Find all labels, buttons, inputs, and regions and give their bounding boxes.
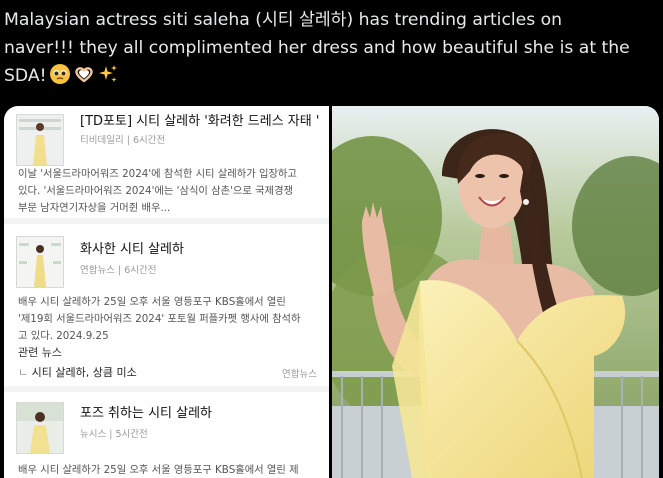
article-time: 6시간전: [124, 265, 157, 276]
related-source: 연합뉴스: [282, 369, 317, 380]
article-summary: 이날 '서울드라마어워즈 2024'에 참석한 시티 살레하가 입장하고 있다.…: [18, 168, 297, 214]
article-source: 연합뉴스: [80, 265, 115, 276]
article-headline[interactable]: 포즈 취하는 시티 살레하: [80, 402, 212, 421]
related-news-title: 관련 뉴스: [18, 346, 62, 359]
article-thumbnail[interactable]: [16, 402, 64, 454]
divider: [4, 218, 329, 224]
article-summary: 배우 시티 살레하가 25일 오후 서울 영등포구 KBS홀에서 열린 제: [18, 464, 299, 476]
actress-photo[interactable]: [332, 106, 659, 478]
heart-hands-icon: [73, 63, 95, 85]
pleading-face-icon: [49, 63, 71, 85]
article-meta: 연합뉴스 | 6시간전: [80, 265, 157, 276]
related-headline[interactable]: 시티 살레하, 상큼 미소: [32, 366, 137, 379]
article-source: 뉴시스: [80, 429, 107, 440]
article-thumbnail[interactable]: [16, 236, 64, 288]
article-summary: 배우 시티 살레하가 25일 오후 서울 영등포구 KBS홀에서 열린 '제19…: [18, 296, 301, 342]
article-time: 5시간전: [115, 429, 148, 440]
related-news-item[interactable]: ㄴ 시티 살레하, 상큼 미소: [18, 364, 137, 380]
article-source: 티비데일리: [80, 135, 124, 146]
article-meta: 뉴시스 | 5시간전: [80, 429, 148, 440]
article-headline[interactable]: [TD포토] 시티 살레하 '화려한 드레스 자태 ': [80, 110, 319, 129]
sparkles-icon: [97, 63, 119, 85]
news-screenshot[interactable]: [TD포토] 시티 살레하 '화려한 드레스 자태 ' 티비데일리 | 6시간전…: [4, 106, 329, 478]
related-prefix: ㄴ: [18, 366, 29, 379]
divider: [4, 386, 329, 392]
article-time: 6시간전: [132, 135, 166, 146]
tweet-media[interactable]: [TD포토] 시티 살레하 '화려한 드레스 자태 ' 티비데일리 | 6시간전…: [0, 104, 663, 478]
article-thumbnail[interactable]: [16, 114, 64, 166]
article-headline[interactable]: 화사한 시티 살레하: [80, 238, 184, 257]
article-meta: 티비데일리 | 6시간전: [80, 135, 166, 146]
tweet-text: Malaysian actress siti saleha (시티 살레하) h…: [4, 10, 630, 86]
